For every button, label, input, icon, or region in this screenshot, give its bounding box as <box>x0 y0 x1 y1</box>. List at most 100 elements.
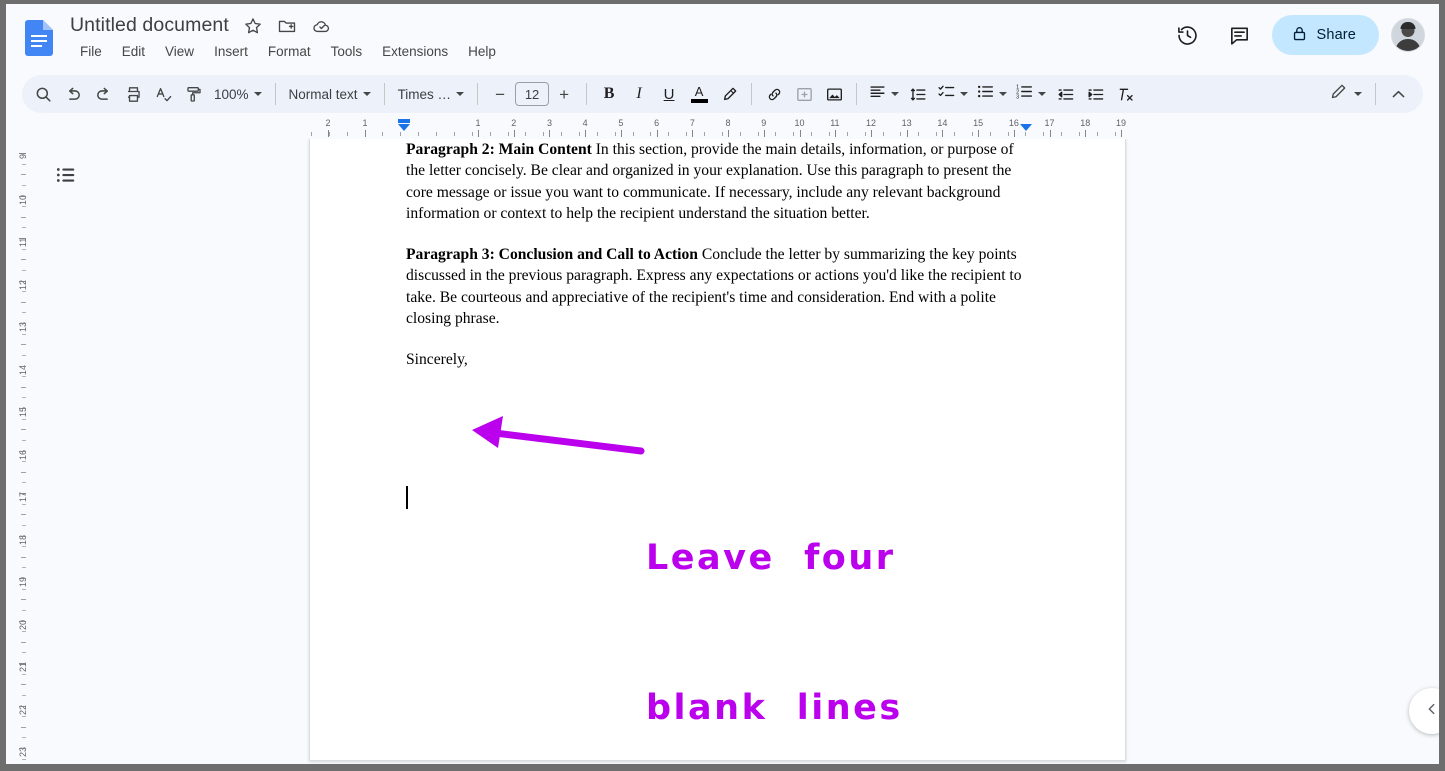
document-outline-icon[interactable] <box>48 157 84 193</box>
underline-icon: U <box>664 86 675 103</box>
search-icon[interactable] <box>28 79 58 109</box>
paint-format-icon[interactable] <box>178 79 208 109</box>
menu-item-edit[interactable]: Edit <box>112 42 155 61</box>
zoom-level-dropdown[interactable]: 100% <box>208 79 268 109</box>
share-label: Share <box>1317 27 1356 43</box>
vertical-ruler[interactable]: 910111213141516171819202122232425 <box>6 139 28 764</box>
expand-side-panel-button[interactable] <box>1409 688 1439 734</box>
paragraph-2: Paragraph 2: Main Content In this sectio… <box>406 139 1031 224</box>
decrease-indent-icon[interactable] <box>1050 79 1080 109</box>
decrease-font-size-button[interactable]: − <box>485 79 515 109</box>
avatar[interactable] <box>1391 18 1425 52</box>
bulleted-list-icon <box>976 82 995 106</box>
document-text-body[interactable]: Paragraph 2: Main Content In this sectio… <box>406 139 1031 371</box>
share-button[interactable]: Share <box>1272 15 1379 55</box>
left-indent-bar-handle[interactable] <box>398 119 410 123</box>
menu-item-view[interactable]: View <box>155 42 204 61</box>
chevron-down-icon <box>254 92 262 96</box>
chevron-down-icon <box>363 92 371 96</box>
numbered-list-dropdown[interactable]: 1 2 3 <box>1011 79 1050 109</box>
editing-mode-icon <box>1329 82 1348 106</box>
align-icon <box>868 82 887 106</box>
insert-image-icon[interactable] <box>819 79 849 109</box>
underline-button[interactable]: U <box>654 79 684 109</box>
avatar-hair <box>1401 22 1416 29</box>
chevron-down-icon <box>891 92 899 96</box>
first-line-indent-marker[interactable] <box>398 124 410 131</box>
avatar-body <box>1396 39 1421 52</box>
app-header: Untitled document File <box>6 4 1439 70</box>
paragraph-3: Paragraph 3: Conclusion and Call to Acti… <box>406 244 1031 329</box>
spellcheck-icon[interactable] <box>148 79 178 109</box>
italic-icon: I <box>636 85 641 103</box>
insert-link-icon[interactable] <box>759 79 789 109</box>
menu-item-help[interactable]: Help <box>458 42 506 61</box>
version-history-icon[interactable] <box>1168 15 1208 55</box>
chevron-down-icon <box>1354 92 1362 96</box>
docs-app-window: Untitled document File <box>6 4 1439 764</box>
svg-text:3: 3 <box>1016 94 1019 100</box>
toolbar-divider <box>384 83 385 105</box>
move-to-folder-icon[interactable] <box>277 16 297 36</box>
text-cursor <box>406 486 408 509</box>
line-spacing-icon[interactable] <box>903 79 933 109</box>
toolbar-divider <box>586 83 587 105</box>
header-actions: Share <box>1168 15 1425 55</box>
italic-button[interactable]: I <box>624 79 654 109</box>
plus-icon: + <box>559 86 569 103</box>
menu-item-extensions[interactable]: Extensions <box>372 42 458 61</box>
align-dropdown[interactable] <box>864 79 903 109</box>
toolbar-divider <box>751 83 752 105</box>
checklist-dropdown[interactable] <box>933 79 972 109</box>
add-comment-icon <box>789 79 819 109</box>
print-icon[interactable] <box>118 79 148 109</box>
checklist-icon <box>937 82 956 106</box>
document-canvas: Paragraph 2: Main Content In this sectio… <box>28 139 1439 764</box>
document-title-row: Untitled document <box>70 14 331 37</box>
menu-item-insert[interactable]: Insert <box>204 42 258 61</box>
paragraph-style-dropdown[interactable]: Normal text <box>283 79 377 109</box>
font-size-input[interactable]: 12 <box>515 82 549 106</box>
chevron-left-icon <box>1424 701 1439 722</box>
right-indent-marker[interactable] <box>1020 124 1032 131</box>
editing-mode-dropdown[interactable] <box>1323 79 1368 109</box>
paragraph-style-value: Normal text <box>289 87 358 102</box>
cloud-saved-icon[interactable] <box>311 16 331 36</box>
text-color-swatch <box>691 99 708 103</box>
text-color-button[interactable]: A <box>684 79 714 109</box>
bold-button[interactable]: B <box>594 79 624 109</box>
numbered-list-icon: 1 2 3 <box>1015 82 1034 106</box>
paragraph-3-heading: Paragraph 3: Conclusion and Call to Acti… <box>406 246 698 263</box>
highlight-color-icon[interactable] <box>714 79 744 109</box>
document-page[interactable]: Paragraph 2: Main Content In this sectio… <box>309 139 1126 761</box>
increase-font-size-button[interactable]: + <box>549 79 579 109</box>
chevron-down-icon <box>960 92 968 96</box>
horizontal-ruler[interactable]: 2112345678910111213141516171819 <box>6 117 1439 139</box>
text-color-icon: A <box>695 85 704 98</box>
menu-bar: File Edit View Insert Format Tools Exten… <box>70 42 506 61</box>
bulleted-list-dropdown[interactable] <box>972 79 1011 109</box>
undo-icon[interactable] <box>58 79 88 109</box>
menu-item-format[interactable]: Format <box>258 42 321 61</box>
chevron-down-icon <box>999 92 1007 96</box>
menu-item-tools[interactable]: Tools <box>321 42 373 61</box>
lock-icon <box>1291 25 1308 45</box>
document-title[interactable]: Untitled document <box>70 14 229 37</box>
clear-formatting-icon[interactable] <box>1110 79 1140 109</box>
chevron-down-icon <box>456 92 464 96</box>
toolbar-divider <box>1375 83 1376 105</box>
font-family-dropdown[interactable]: Times … <box>392 79 471 109</box>
google-docs-logo-icon <box>25 20 53 56</box>
comment-history-icon[interactable] <box>1220 15 1260 55</box>
zoom-level-value: 100% <box>214 87 249 102</box>
menu-item-file[interactable]: File <box>70 42 112 61</box>
redo-icon[interactable] <box>88 79 118 109</box>
closing-line: Sincerely, <box>406 349 1031 370</box>
paragraph-2-heading: Paragraph 2: Main Content <box>406 141 592 158</box>
star-icon[interactable] <box>243 16 263 36</box>
bold-icon: B <box>604 85 615 103</box>
font-family-value: Times … <box>398 87 452 102</box>
toolbar-divider <box>275 83 276 105</box>
collapse-toolbar-icon[interactable] <box>1383 79 1413 109</box>
increase-indent-icon[interactable] <box>1080 79 1110 109</box>
